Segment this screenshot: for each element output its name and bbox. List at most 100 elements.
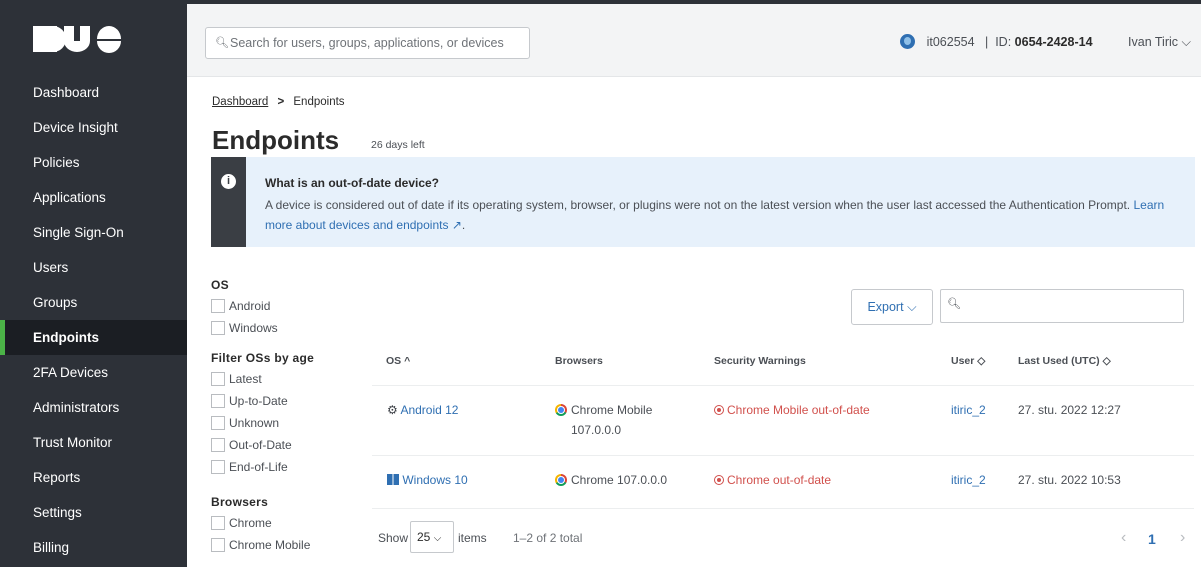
table-search-input[interactable]: 🔍︎ bbox=[940, 289, 1184, 323]
sidebar-item-endpoints[interactable]: Endpoints bbox=[0, 320, 187, 355]
account-name: it062554 bbox=[926, 35, 975, 49]
breadcrumb: Dashboard > Endpoints bbox=[212, 96, 345, 108]
checkbox[interactable] bbox=[211, 516, 225, 530]
page-size-value: 25 bbox=[417, 530, 431, 544]
page-size-select[interactable]: 25 ⌵ bbox=[410, 521, 454, 553]
filter-label: Up-to-Date bbox=[229, 394, 288, 408]
android-icon: ⚙ bbox=[387, 403, 398, 417]
row-divider bbox=[372, 508, 1194, 509]
filter-browser-chrome-mobile[interactable]: Chrome Mobile bbox=[211, 535, 361, 557]
sidebar-item-dashboard[interactable]: Dashboard bbox=[0, 75, 187, 110]
sidebar-nav: Dashboard Device Insight Policies Applic… bbox=[0, 75, 187, 565]
user-link[interactable]: itiric_2 bbox=[951, 400, 986, 420]
sidebar-item-single-sign-on[interactable]: Single Sign-On bbox=[0, 215, 187, 250]
sidebar-item-reports[interactable]: Reports bbox=[0, 460, 187, 495]
row-divider bbox=[372, 455, 1194, 456]
checkbox[interactable] bbox=[211, 416, 225, 430]
browser-version: 107.0.0.0 bbox=[571, 423, 622, 437]
column-header-security-warnings[interactable]: Security Warnings bbox=[714, 355, 806, 367]
breadcrumb-dashboard-link[interactable]: Dashboard bbox=[212, 96, 268, 108]
filter-age-latest[interactable]: Latest bbox=[211, 369, 361, 391]
chevron-down-icon: ⌵ bbox=[907, 300, 917, 314]
filter-label: Windows bbox=[229, 321, 278, 335]
globe-icon bbox=[899, 34, 915, 49]
checkbox[interactable] bbox=[211, 299, 225, 313]
column-header-user[interactable]: User ◇ bbox=[951, 355, 985, 367]
chrome-icon bbox=[555, 404, 567, 416]
column-header-browsers[interactable]: Browsers bbox=[555, 355, 603, 367]
sidebar-item-billing[interactable]: Billing bbox=[0, 530, 187, 565]
column-header-last-used[interactable]: Last Used (UTC) ◇ bbox=[1018, 355, 1111, 367]
filter-label: Out-of-Date bbox=[229, 438, 292, 452]
os-cell[interactable]: ⚙ Android 12 bbox=[387, 400, 458, 420]
global-search-input[interactable]: 🔍︎ Search for users, groups, application… bbox=[205, 27, 530, 59]
notice-heading: What is an out-of-date device? bbox=[265, 176, 440, 190]
sidebar-item-users[interactable]: Users bbox=[0, 250, 187, 285]
page-number-current[interactable]: 1 bbox=[1148, 529, 1156, 549]
chrome-icon bbox=[555, 474, 567, 486]
checkbox[interactable] bbox=[211, 372, 225, 386]
user-link[interactable]: itiric_2 bbox=[951, 470, 986, 490]
prev-page-icon[interactable]: ‹ bbox=[1121, 528, 1126, 548]
sidebar-item-trust-monitor[interactable]: Trust Monitor bbox=[0, 425, 187, 460]
sidebar-item-applications[interactable]: Applications bbox=[0, 180, 187, 215]
column-header-os[interactable]: OS ^ bbox=[386, 355, 410, 367]
export-button[interactable]: Export ⌵ bbox=[851, 289, 933, 325]
filter-age-end-of-life[interactable]: End-of-Life bbox=[211, 457, 361, 479]
warning-icon bbox=[714, 475, 724, 485]
filter-age-unknown[interactable]: Unknown bbox=[211, 413, 361, 435]
filter-label: Chrome Mobile bbox=[229, 538, 311, 552]
os-cell[interactable]: Windows 10 bbox=[387, 470, 468, 490]
sort-icon: ◇ bbox=[1102, 355, 1111, 367]
duo-logo[interactable] bbox=[33, 26, 121, 54]
page-title: Endpoints bbox=[212, 125, 340, 155]
account-id-value: 0654-2428-14 bbox=[1014, 35, 1093, 49]
checkbox[interactable] bbox=[211, 538, 225, 552]
checkbox[interactable] bbox=[211, 394, 225, 408]
user-menu[interactable]: Ivan Tiric ⌵ bbox=[1128, 35, 1191, 49]
checkbox[interactable] bbox=[211, 321, 225, 335]
filter-os-android[interactable]: Android bbox=[211, 296, 361, 318]
filter-label: Unknown bbox=[229, 416, 280, 430]
sort-asc-icon: ^ bbox=[404, 355, 411, 367]
info-icon: i bbox=[221, 174, 236, 189]
filter-label: Android bbox=[229, 299, 271, 313]
browser-name: Chrome Mobile bbox=[571, 403, 653, 417]
filter-browsers-title: Browsers bbox=[211, 495, 269, 509]
column-label: Last Used (UTC) bbox=[1018, 355, 1100, 367]
account-info: it062554 | ID: 0654-2428-14 Ivan Tiric ⌵ bbox=[899, 34, 1191, 50]
windows-icon bbox=[387, 474, 399, 485]
checkbox[interactable] bbox=[211, 438, 225, 452]
column-label: User bbox=[951, 355, 975, 367]
chevron-down-icon: ⌵ bbox=[433, 533, 442, 544]
browser-cell: Chrome Mobile 107.0.0.0 bbox=[555, 400, 652, 440]
show-label: Show bbox=[378, 531, 409, 545]
notice-body: A device is considered out of date if it… bbox=[265, 198, 1131, 212]
os-link: Android 12 bbox=[400, 403, 459, 417]
sidebar-item-administrators[interactable]: Administrators bbox=[0, 390, 187, 425]
separator: | bbox=[978, 35, 996, 49]
os-link: Windows 10 bbox=[402, 473, 468, 487]
breadcrumb-separator: > bbox=[277, 96, 285, 108]
checkbox[interactable] bbox=[211, 460, 225, 474]
filter-age-out-of-date[interactable]: Out-of-Date bbox=[211, 435, 361, 457]
notice-accent-bar: i bbox=[211, 157, 246, 247]
next-page-icon[interactable]: › bbox=[1180, 528, 1185, 548]
sidebar-item-groups[interactable]: Groups bbox=[0, 285, 187, 320]
warning-text: Chrome out-of-date bbox=[727, 473, 832, 487]
sidebar-item-settings[interactable]: Settings bbox=[0, 495, 187, 530]
trial-days-left: 26 days left bbox=[371, 139, 425, 151]
search-icon: 🔍︎ bbox=[947, 298, 961, 310]
search-icon: 🔍︎ bbox=[215, 37, 229, 49]
search-placeholder: Search for users, groups, applications, … bbox=[230, 36, 504, 50]
sidebar-item-policies[interactable]: Policies bbox=[0, 145, 187, 180]
filter-os-windows[interactable]: Windows bbox=[211, 318, 361, 340]
sidebar-item-2fa-devices[interactable]: 2FA Devices bbox=[0, 355, 187, 390]
last-used-cell: 27. stu. 2022 12:27 bbox=[1018, 403, 1121, 417]
filter-age-up-to-date[interactable]: Up-to-Date bbox=[211, 391, 361, 413]
info-notice: i What is an out-of-date device? A devic… bbox=[211, 157, 1195, 247]
sidebar-item-device-insight[interactable]: Device Insight bbox=[0, 110, 187, 145]
browser-name: Chrome 107.0.0.0 bbox=[571, 473, 668, 487]
filter-browser-chrome[interactable]: Chrome bbox=[211, 513, 361, 535]
warning-icon bbox=[714, 405, 724, 415]
